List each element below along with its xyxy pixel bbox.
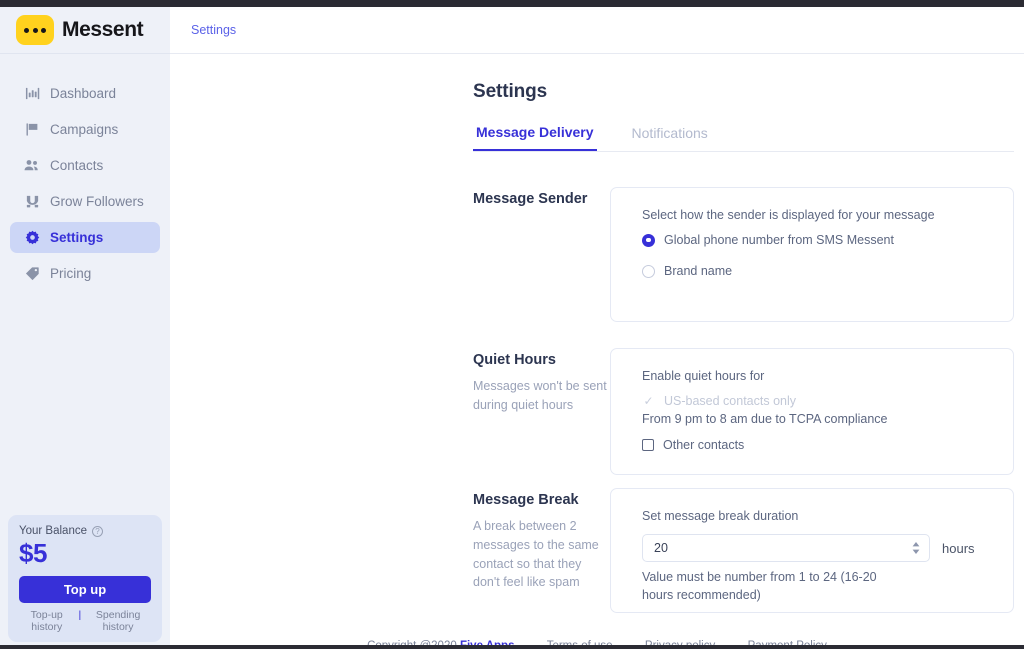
brand-name: Messent <box>62 18 144 41</box>
radio-option-brand-name[interactable]: Brand name <box>642 264 1013 278</box>
radio-selected-icon <box>642 233 655 247</box>
magnet-icon <box>24 194 40 210</box>
sidebar-item-campaigns[interactable]: Campaigns <box>10 114 160 145</box>
page-title: Settings <box>473 81 548 102</box>
message-break-hint: Set message break duration <box>642 509 799 523</box>
breadcrumb[interactable]: Settings <box>191 23 236 37</box>
locked-option-us-contacts: ✓ US-based contacts only <box>642 394 1013 408</box>
main-content: Settings Message Delivery Notifications … <box>170 54 1024 649</box>
window-bottom-strip <box>0 645 1024 649</box>
window-top-strip <box>0 0 1024 7</box>
sidebar-item-label: Pricing <box>50 266 92 281</box>
duration-unit-label: hours <box>942 540 975 556</box>
section-message-break: Message Break A break between 2 messages… <box>473 488 1014 613</box>
tcpa-note: From 9 pm to 8 am due to TCPA compliance <box>642 412 888 426</box>
gear-icon <box>24 230 40 246</box>
people-icon <box>24 158 40 174</box>
quiet-hours-hint: Enable quiet hours for <box>642 369 765 383</box>
settings-tabs: Message Delivery Notifications <box>473 124 1014 152</box>
balance-panel: Your Balance ? $5 Top up Top-up history … <box>0 515 170 649</box>
checkbox-unchecked-icon[interactable] <box>642 439 654 451</box>
radio-label: Brand name <box>664 264 733 278</box>
locked-option-label: US-based contacts only <box>664 394 797 408</box>
flag-icon <box>24 122 40 138</box>
section-label-message-sender: Message Sender <box>473 187 610 322</box>
section-description: Messages won't be sent during quiet hour… <box>473 379 607 412</box>
balance-title-row: Your Balance ? <box>19 525 151 537</box>
top-up-button[interactable]: Top up <box>19 576 151 603</box>
sidebar-item-label: Dashboard <box>50 86 117 101</box>
bar-chart-icon <box>24 86 40 102</box>
balance-title: Your Balance <box>19 525 87 538</box>
card-message-break: Set message break duration hours Value m… <box>610 488 1014 613</box>
section-label-message-break: Message Break A break between 2 messages… <box>473 488 610 613</box>
section-heading: Quiet Hours <box>473 352 556 368</box>
messent-logo-icon <box>16 15 54 45</box>
radio-label: Global phone number from SMS Messent <box>664 233 894 247</box>
links-separator: | <box>78 609 82 621</box>
section-description: A break between 2 messages to the same c… <box>473 519 599 590</box>
sidebar-item-label: Contacts <box>50 158 104 173</box>
sidebar-nav: Dashboard Campaigns Contacts Grow Follow… <box>0 54 170 294</box>
question-mark-icon[interactable]: ? <box>92 525 103 537</box>
sidebar-item-grow-followers[interactable]: Grow Followers <box>10 186 160 217</box>
sidebar: Messent Dashboard Campaigns Contacts Gro… <box>0 7 170 649</box>
radio-option-global-phone[interactable]: Global phone number from SMS Messent <box>642 233 1013 247</box>
sidebar-item-contacts[interactable]: Contacts <box>10 150 160 181</box>
message-sender-hint: Select how the sender is displayed for y… <box>642 208 935 222</box>
sidebar-item-dashboard[interactable]: Dashboard <box>10 78 160 109</box>
spending-history-link[interactable]: Spending history <box>85 609 151 633</box>
duration-input-row: hours <box>642 534 1013 562</box>
sidebar-item-label: Campaigns <box>50 122 119 137</box>
topup-history-link[interactable]: Top-up history <box>19 609 74 633</box>
tab-message-delivery[interactable]: Message Delivery <box>473 124 597 151</box>
card-message-sender: Select how the sender is displayed for y… <box>610 187 1014 322</box>
section-heading: Message Sender <box>473 191 588 207</box>
section-label-quiet-hours: Quiet Hours Messages won't be sent durin… <box>473 348 610 475</box>
sidebar-item-label: Settings <box>50 230 104 245</box>
sidebar-item-label: Grow Followers <box>50 194 144 209</box>
duration-helper-text: Value must be number from 1 to 24 (16-20… <box>642 570 877 603</box>
balance-amount: $5 <box>19 538 47 569</box>
section-message-sender: Message Sender Select how the sender is … <box>473 187 1014 322</box>
sidebar-item-pricing[interactable]: Pricing <box>10 258 160 289</box>
check-icon: ✓ <box>643 394 654 408</box>
app-root: Messent Dashboard Campaigns Contacts Gro… <box>0 0 1024 649</box>
tab-notifications[interactable]: Notifications <box>629 124 711 151</box>
card-quiet-hours: Enable quiet hours for ✓ US-based contac… <box>610 348 1014 475</box>
section-quiet-hours: Quiet Hours Messages won't be sent durin… <box>473 348 1014 475</box>
radio-unselected-icon <box>642 264 655 278</box>
message-break-duration-input[interactable] <box>654 541 894 555</box>
brand-logo[interactable]: Messent <box>0 7 170 54</box>
checkbox-label: Other contacts <box>663 438 745 452</box>
balance-links: Top-up history | Spending history <box>19 609 151 633</box>
section-heading: Message Break <box>473 492 579 508</box>
sidebar-item-settings[interactable]: Settings <box>10 222 160 253</box>
top-bar: Settings <box>170 7 1024 54</box>
duration-field-wrapper[interactable] <box>642 534 930 562</box>
tag-icon <box>24 266 40 282</box>
checkbox-option-other-contacts[interactable]: Other contacts <box>642 438 1013 452</box>
number-stepper-icon[interactable] <box>912 542 920 554</box>
